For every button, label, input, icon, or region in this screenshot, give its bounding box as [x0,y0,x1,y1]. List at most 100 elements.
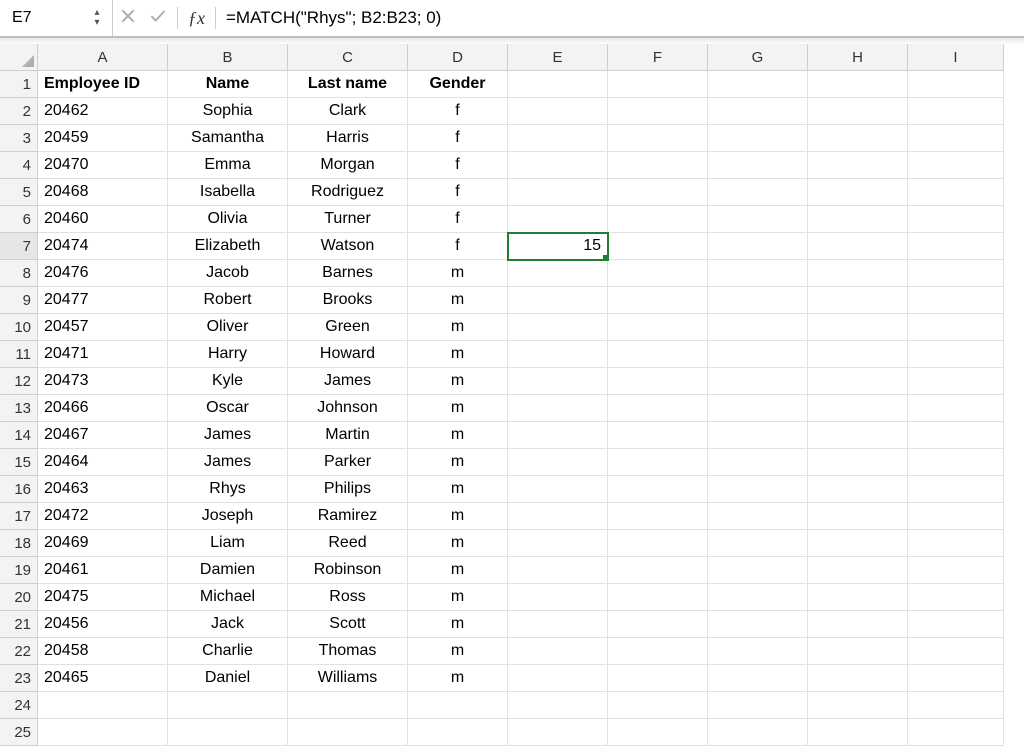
column-header-D[interactable]: D [408,44,508,71]
cell-E24[interactable] [508,692,608,719]
cell-H11[interactable] [808,341,908,368]
cell-G1[interactable] [708,71,808,98]
row-header-5[interactable]: 5 [0,179,38,206]
cell-F7[interactable] [608,233,708,260]
cell-C7[interactable]: Watson [288,233,408,260]
cell-F13[interactable] [608,395,708,422]
cell-B4[interactable]: Emma [168,152,288,179]
spreadsheet-grid[interactable]: ABCDEFGHI1Employee IDNameLast nameGender… [0,44,1024,746]
cell-I9[interactable] [908,287,1004,314]
cell-H16[interactable] [808,476,908,503]
cell-I24[interactable] [908,692,1004,719]
cell-D13[interactable]: m [408,395,508,422]
cell-H5[interactable] [808,179,908,206]
cell-A3[interactable]: 20459 [38,125,168,152]
cell-H18[interactable] [808,530,908,557]
cell-C11[interactable]: Howard [288,341,408,368]
cell-F18[interactable] [608,530,708,557]
cell-C21[interactable]: Scott [288,611,408,638]
row-header-3[interactable]: 3 [0,125,38,152]
row-header-25[interactable]: 25 [0,719,38,746]
cell-B22[interactable]: Charlie [168,638,288,665]
cell-G25[interactable] [708,719,808,746]
cell-D24[interactable] [408,692,508,719]
cell-D21[interactable]: m [408,611,508,638]
cell-H15[interactable] [808,449,908,476]
cell-E25[interactable] [508,719,608,746]
cell-F24[interactable] [608,692,708,719]
cell-H10[interactable] [808,314,908,341]
fx-icon[interactable]: ƒx [182,8,211,29]
cell-F2[interactable] [608,98,708,125]
cell-E18[interactable] [508,530,608,557]
cell-A4[interactable]: 20470 [38,152,168,179]
cell-F6[interactable] [608,206,708,233]
cell-C10[interactable]: Green [288,314,408,341]
cell-B2[interactable]: Sophia [168,98,288,125]
cell-G11[interactable] [708,341,808,368]
cell-E12[interactable] [508,368,608,395]
cell-D14[interactable]: m [408,422,508,449]
cell-D20[interactable]: m [408,584,508,611]
cell-D8[interactable]: m [408,260,508,287]
cell-D23[interactable]: m [408,665,508,692]
cell-F12[interactable] [608,368,708,395]
cell-I21[interactable] [908,611,1004,638]
cell-F1[interactable] [608,71,708,98]
row-header-17[interactable]: 17 [0,503,38,530]
cell-A1[interactable]: Employee ID [38,71,168,98]
cell-F17[interactable] [608,503,708,530]
cell-D25[interactable] [408,719,508,746]
cell-A22[interactable]: 20458 [38,638,168,665]
cell-I8[interactable] [908,260,1004,287]
cell-H4[interactable] [808,152,908,179]
cell-I7[interactable] [908,233,1004,260]
cell-B13[interactable]: Oscar [168,395,288,422]
cell-C19[interactable]: Robinson [288,557,408,584]
column-header-B[interactable]: B [168,44,288,71]
cell-D5[interactable]: f [408,179,508,206]
cell-D17[interactable]: m [408,503,508,530]
cell-G12[interactable] [708,368,808,395]
cell-A2[interactable]: 20462 [38,98,168,125]
row-header-18[interactable]: 18 [0,530,38,557]
cell-G7[interactable] [708,233,808,260]
column-header-F[interactable]: F [608,44,708,71]
cell-B20[interactable]: Michael [168,584,288,611]
name-box[interactable] [6,5,90,31]
cell-I14[interactable] [908,422,1004,449]
cell-A11[interactable]: 20471 [38,341,168,368]
row-header-4[interactable]: 4 [0,152,38,179]
cell-A21[interactable]: 20456 [38,611,168,638]
cell-G20[interactable] [708,584,808,611]
cell-I25[interactable] [908,719,1004,746]
cell-D2[interactable]: f [408,98,508,125]
cell-I20[interactable] [908,584,1004,611]
cell-E16[interactable] [508,476,608,503]
cell-I17[interactable] [908,503,1004,530]
cell-E21[interactable] [508,611,608,638]
row-header-7[interactable]: 7 [0,233,38,260]
cell-E10[interactable] [508,314,608,341]
cell-D12[interactable]: m [408,368,508,395]
cell-H24[interactable] [808,692,908,719]
cell-H17[interactable] [808,503,908,530]
row-header-9[interactable]: 9 [0,287,38,314]
row-header-10[interactable]: 10 [0,314,38,341]
cell-H8[interactable] [808,260,908,287]
cell-C24[interactable] [288,692,408,719]
cell-C23[interactable]: Williams [288,665,408,692]
cell-B9[interactable]: Robert [168,287,288,314]
cell-B17[interactable]: Joseph [168,503,288,530]
row-header-6[interactable]: 6 [0,206,38,233]
cell-D19[interactable]: m [408,557,508,584]
cell-E8[interactable] [508,260,608,287]
cell-E9[interactable] [508,287,608,314]
cell-I10[interactable] [908,314,1004,341]
cell-I15[interactable] [908,449,1004,476]
row-header-12[interactable]: 12 [0,368,38,395]
cell-I12[interactable] [908,368,1004,395]
cell-A24[interactable] [38,692,168,719]
cell-B11[interactable]: Harry [168,341,288,368]
cell-I3[interactable] [908,125,1004,152]
